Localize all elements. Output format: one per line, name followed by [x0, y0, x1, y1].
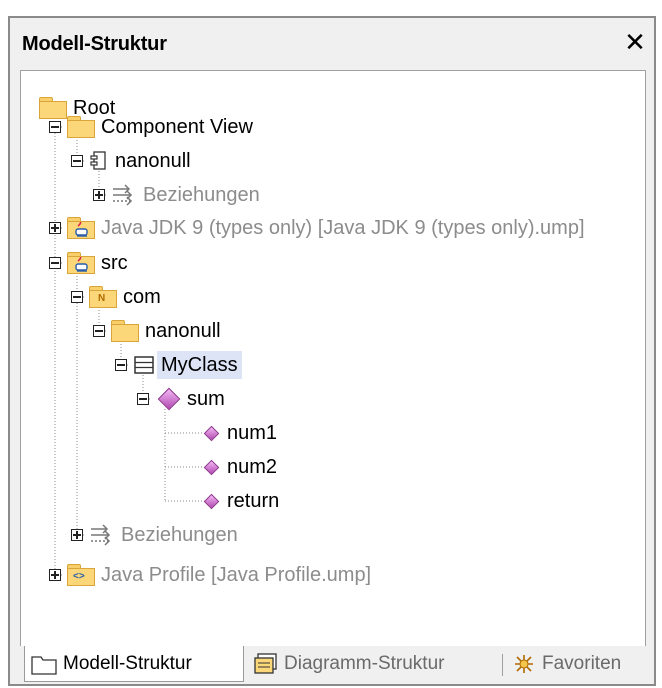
model-tree[interactable]: Root Component View nanonull Beziehungen [20, 70, 646, 648]
parameter-icon [201, 491, 221, 511]
close-icon[interactable]: ✕ [622, 28, 648, 56]
folder-icon [111, 320, 139, 342]
parameter-icon [201, 457, 221, 477]
tree-node-label: src [101, 252, 128, 274]
expand-icon[interactable] [71, 529, 83, 541]
tree-node-label: MyClass [157, 351, 242, 379]
class-icon [133, 355, 155, 375]
profile-folder-icon: <> [67, 564, 95, 586]
tab-diagramm-struktur[interactable]: Diagramm-Struktur [254, 646, 444, 682]
collapse-icon[interactable] [115, 359, 127, 371]
tab-label: Favoriten [542, 653, 622, 674]
tree-node-nanonull-component[interactable]: nanonull [89, 146, 195, 176]
component-icon [89, 150, 109, 172]
tree-node-num1[interactable]: num1 [201, 418, 281, 448]
parameter-icon [201, 423, 221, 443]
tree-node-beziehungen[interactable]: Beziehungen [89, 520, 242, 550]
collapse-icon[interactable] [49, 257, 61, 269]
tree-node-src[interactable]: src [67, 248, 132, 278]
folder-icon [67, 116, 95, 138]
model-tree-panel: Modell-Struktur ✕ Root Component View na… [8, 16, 656, 686]
java-library-icon [67, 252, 95, 274]
tree-node-myclass[interactable]: MyClass [133, 350, 242, 380]
tab-modell-struktur[interactable]: Modell-Struktur [24, 646, 244, 682]
expand-icon[interactable] [49, 222, 61, 234]
tree-node-com[interactable]: N com [89, 282, 165, 312]
tree-node-sum[interactable]: sum [157, 384, 229, 414]
tree-node-label: num2 [227, 456, 278, 478]
expand-icon[interactable] [49, 569, 61, 581]
tab-separator [502, 654, 503, 676]
tree-node-return[interactable]: return [201, 486, 283, 516]
expand-icon[interactable] [93, 189, 105, 201]
panel-tab-bar: Modell-Struktur Diagramm-Struktur Favori… [10, 646, 654, 684]
operation-icon [157, 387, 181, 411]
java-library-icon [67, 217, 95, 239]
tree-node-nanonull-package[interactable]: nanonull [111, 316, 225, 346]
collapse-icon[interactable] [137, 393, 149, 405]
tree-node-label: nanonull [115, 150, 191, 172]
relations-icon [111, 184, 137, 206]
tree-node-num2[interactable]: num2 [201, 452, 281, 482]
tree-node-java-jdk[interactable]: Java JDK 9 (types only) [Java JDK 9 (typ… [67, 213, 589, 243]
tree-node-beziehungen[interactable]: Beziehungen [111, 180, 264, 210]
collapse-icon[interactable] [71, 291, 83, 303]
diagram-tree-icon [254, 653, 278, 675]
tree-node-label: Java JDK 9 (types only) [Java JDK 9 (typ… [101, 217, 585, 239]
collapse-icon[interactable] [49, 121, 61, 133]
tab-label: Modell-Struktur [63, 652, 192, 674]
tree-node-label: com [123, 286, 161, 308]
tree-node-java-profile[interactable]: <> Java Profile [Java Profile.ump] [67, 560, 375, 590]
tree-node-label: nanonull [145, 320, 221, 342]
panel-title: Modell-Struktur [22, 33, 167, 55]
star-icon [512, 653, 536, 675]
tree-node-label: sum [187, 388, 225, 410]
collapse-icon[interactable] [71, 155, 83, 167]
tree-node-label: return [227, 490, 280, 512]
folder-icon [39, 97, 67, 119]
tree-node-component-view[interactable]: Component View [67, 112, 257, 142]
tree-node-label: num1 [227, 422, 278, 444]
tree-node-label: Beziehungen [121, 524, 238, 546]
namespace-folder-icon: N [89, 286, 117, 308]
tree-node-label: Beziehungen [143, 184, 260, 206]
panel-titlebar: Modell-Struktur ✕ [10, 18, 654, 70]
tab-label: Diagramm-Struktur [284, 653, 445, 674]
tree-node-label: Component View [101, 116, 253, 138]
folder-icon [31, 653, 57, 675]
tab-favoriten[interactable]: Favoriten [512, 646, 621, 682]
tree-node-label: Java Profile [Java Profile.ump] [101, 564, 372, 586]
collapse-icon[interactable] [93, 325, 105, 337]
relations-icon [89, 524, 115, 546]
